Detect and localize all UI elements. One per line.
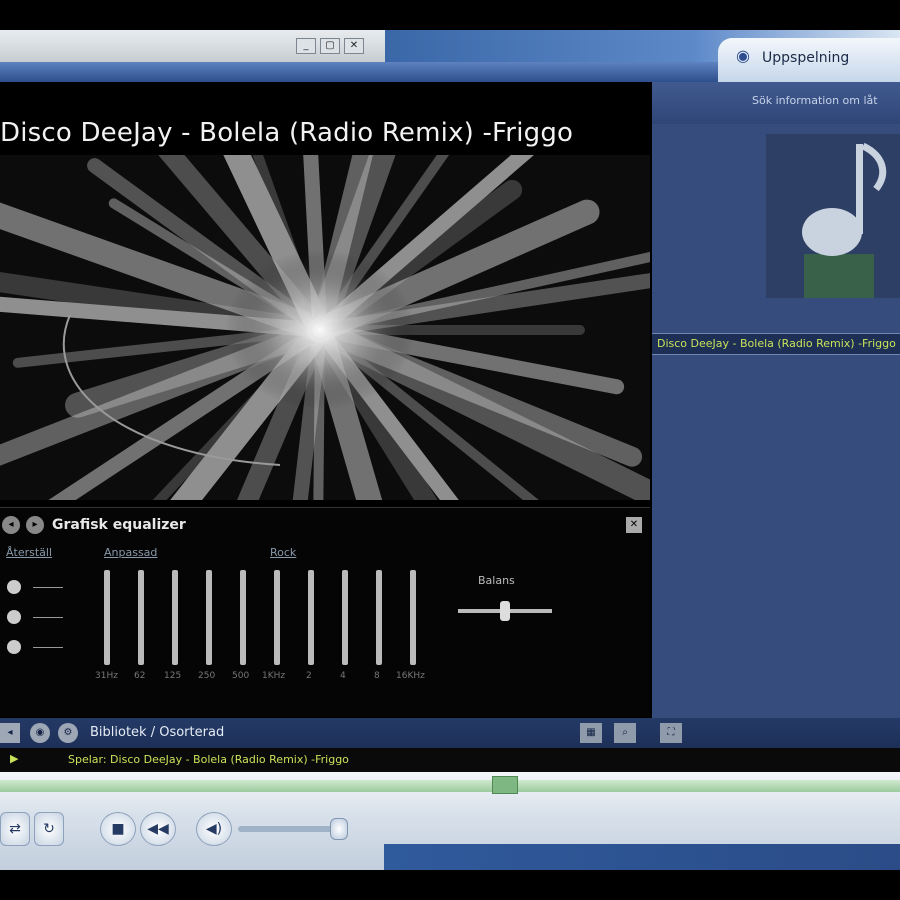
playback-controls: ⇄ ↻ ■ ◀◀ ◀) — [0, 772, 900, 870]
eq-slider-2k[interactable] — [308, 570, 314, 665]
eq-slider-4k[interactable] — [342, 570, 348, 665]
eq-freq-label: 125 — [164, 671, 182, 681]
eq-curve-3 — [33, 638, 63, 648]
seek-thumb[interactable] — [492, 776, 518, 794]
mute-button[interactable]: ◀) — [196, 812, 232, 846]
eq-freq-label: 31Hz — [95, 671, 118, 681]
grid-view-icon[interactable]: ▦ — [580, 723, 602, 743]
eq-radio-2[interactable] — [7, 610, 21, 624]
eq-slider-1k[interactable] — [274, 570, 280, 665]
previous-button[interactable]: ◀◀ — [140, 812, 176, 846]
now-playing-text: Disco DeeJay - Bolela (Radio Remix) -Fri… — [657, 337, 896, 350]
title-bar-left: _ ▢ ✕ — [0, 30, 390, 62]
library-path[interactable]: Bibliotek / Osorterad — [90, 725, 224, 740]
eq-slider-500[interactable] — [240, 570, 246, 665]
info-panel-hint[interactable]: Sök information om låt — [752, 94, 878, 107]
fullscreen-icon[interactable]: ⛶ — [660, 723, 682, 743]
eq-link-rock[interactable]: Rock — [270, 546, 296, 559]
music-note-icon — [766, 134, 900, 298]
close-button[interactable]: ✕ — [344, 38, 364, 54]
now-playing-line[interactable]: Disco DeeJay - Bolela (Radio Remix) -Fri… — [652, 333, 900, 355]
info-panel-header: Sök information om låt — [652, 82, 900, 124]
eq-slider-125[interactable] — [172, 570, 178, 665]
play-options-icon[interactable]: ◉ — [30, 723, 50, 743]
eq-freq-label: 500 — [232, 671, 250, 681]
eq-slider-8k[interactable] — [376, 570, 382, 665]
info-panel: Sök information om låt Disco DeeJay - Bo… — [652, 82, 900, 722]
title-bar: _ ▢ ✕ ◉ Uppspelning — [0, 30, 900, 82]
eq-next-icon[interactable]: ▸ — [26, 516, 44, 534]
eq-radio-1[interactable] — [7, 580, 21, 594]
seek-bar[interactable] — [0, 780, 900, 792]
taskbar-strip — [384, 844, 900, 870]
status-play-icon: ▶ — [10, 752, 19, 765]
play-disc-icon: ◉ — [736, 46, 750, 65]
eq-slider-31[interactable] — [104, 570, 110, 665]
eq-freq-label: 4 — [340, 671, 346, 681]
shuffle-icon[interactable]: ⇄ — [0, 812, 30, 846]
eq-link-reset[interactable]: Återställ — [6, 546, 52, 559]
equalizer-panel: ◂ ▸ Grafisk equalizer ✕ Återställ Anpass… — [0, 507, 650, 717]
search-icon[interactable]: ⌕ — [614, 723, 636, 743]
volume-knob[interactable] — [330, 818, 348, 840]
library-bar: ◂ ◉ ⚙ Bibliotek / Osorterad ▦ ⌕ ⛶ — [0, 718, 900, 748]
eq-curve-1 — [33, 578, 63, 588]
status-bar: ▶ Spelar: Disco DeeJay - Bolela (Radio R… — [0, 748, 900, 772]
eq-freq-label: 1KHz — [262, 671, 286, 681]
visualization-image — [0, 155, 650, 500]
balance-label: Balans — [478, 574, 515, 587]
eq-prev-icon[interactable]: ◂ — [2, 516, 20, 534]
repeat-icon[interactable]: ↻ — [34, 812, 64, 846]
eq-slider-16k[interactable] — [410, 570, 416, 665]
maximize-button[interactable]: ▢ — [320, 38, 340, 54]
stop-button[interactable]: ■ — [100, 812, 136, 846]
eq-freq-label: 62 — [134, 671, 146, 681]
balance-knob[interactable] — [500, 601, 510, 621]
tab-now-playing-label: Uppspelning — [762, 50, 850, 66]
eq-freq-label: 8 — [374, 671, 380, 681]
eq-radio-3[interactable] — [7, 640, 21, 654]
eq-curve-2 — [33, 608, 63, 618]
eq-freq-label: 2 — [306, 671, 312, 681]
minimize-button[interactable]: _ — [296, 38, 316, 54]
eq-close-button[interactable]: ✕ — [626, 517, 642, 533]
equalizer-title: Grafisk equalizer — [52, 517, 186, 533]
settings-icon[interactable]: ⚙ — [58, 723, 78, 743]
status-text: Spelar: Disco DeeJay - Bolela (Radio Rem… — [68, 753, 349, 766]
eq-slider-62[interactable] — [138, 570, 144, 665]
eq-link-custom[interactable]: Anpassad — [104, 546, 157, 559]
back-icon[interactable]: ◂ — [0, 723, 20, 743]
song-title: Disco DeeJay - Bolela (Radio Remix) -Fri… — [0, 118, 574, 148]
eq-freq-label: 16KHz — [396, 671, 425, 681]
album-art[interactable] — [766, 134, 900, 298]
tab-now-playing[interactable]: ◉ Uppspelning — [718, 38, 900, 82]
eq-slider-250[interactable] — [206, 570, 212, 665]
eq-freq-label: 250 — [198, 671, 216, 681]
